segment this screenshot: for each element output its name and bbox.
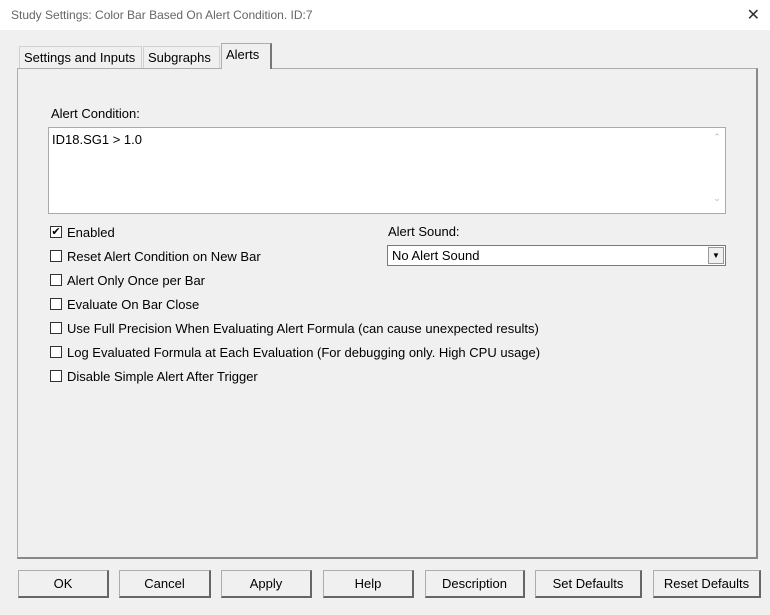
apply-button[interactable]: Apply (221, 570, 312, 598)
checkbox-evaluate-on-close[interactable]: Evaluate On Bar Close (50, 296, 199, 312)
checkbox-label: Use Full Precision When Evaluating Alert… (67, 320, 539, 336)
chevron-down-icon[interactable]: ▼ (708, 247, 724, 264)
checkbox-enabled[interactable]: ✔ Enabled (50, 224, 115, 240)
checkbox-once-per-bar[interactable]: Alert Only Once per Bar (50, 272, 205, 288)
checkbox-box[interactable] (50, 274, 62, 286)
checkbox-box[interactable] (50, 298, 62, 310)
description-button[interactable]: Description (425, 570, 525, 598)
checkbox-reset-on-new-bar[interactable]: Reset Alert Condition on New Bar (50, 248, 261, 264)
set-defaults-button[interactable]: Set Defaults (535, 570, 642, 598)
checkbox-box[interactable] (50, 250, 62, 262)
checkbox-label: Log Evaluated Formula at Each Evaluation… (67, 344, 541, 360)
checkbox-box[interactable]: ✔ (50, 226, 62, 238)
checkbox-label: Enabled (67, 224, 115, 240)
checkbox-log-formula[interactable]: Log Evaluated Formula at Each Evaluation… (50, 344, 540, 360)
window-title: Study Settings: Color Bar Based On Alert… (11, 8, 313, 22)
tab-alerts[interactable]: Alerts (221, 43, 272, 69)
alert-sound-value: No Alert Sound (392, 248, 480, 263)
checkbox-box[interactable] (50, 346, 62, 358)
checkbox-box[interactable] (50, 370, 62, 382)
reset-defaults-button[interactable]: Reset Defaults (653, 570, 761, 598)
checkbox-label: Evaluate On Bar Close (67, 296, 200, 312)
textarea-scrollbar[interactable]: ⌃ ⌄ (709, 128, 725, 213)
ok-button[interactable]: OK (18, 570, 109, 598)
title-bar: Study Settings: Color Bar Based On Alert… (0, 0, 770, 30)
alert-sound-select[interactable]: No Alert Sound ▼ (387, 245, 726, 266)
help-button[interactable]: Help (323, 570, 414, 598)
checkbox-box[interactable] (50, 322, 62, 334)
alert-sound-label: Alert Sound: (388, 224, 460, 239)
tab-settings-and-inputs[interactable]: Settings and Inputs (19, 46, 142, 68)
alert-condition-value: ID18.SG1 > 1.0 (52, 132, 142, 147)
checkbox-label: Alert Only Once per Bar (67, 272, 205, 288)
close-icon[interactable]: ✕ (747, 5, 760, 25)
checkbox-disable-after-trigger[interactable]: Disable Simple Alert After Trigger (50, 368, 258, 384)
checkbox-full-precision[interactable]: Use Full Precision When Evaluating Alert… (50, 320, 539, 336)
alert-condition-label: Alert Condition: (51, 106, 140, 121)
checkbox-label: Reset Alert Condition on New Bar (67, 248, 261, 264)
tab-subgraphs[interactable]: Subgraphs (143, 46, 220, 68)
cancel-button[interactable]: Cancel (119, 570, 211, 598)
checkbox-label: Disable Simple Alert After Trigger (67, 368, 258, 384)
alert-condition-input[interactable]: ID18.SG1 > 1.0 ⌃ ⌄ (48, 127, 726, 214)
